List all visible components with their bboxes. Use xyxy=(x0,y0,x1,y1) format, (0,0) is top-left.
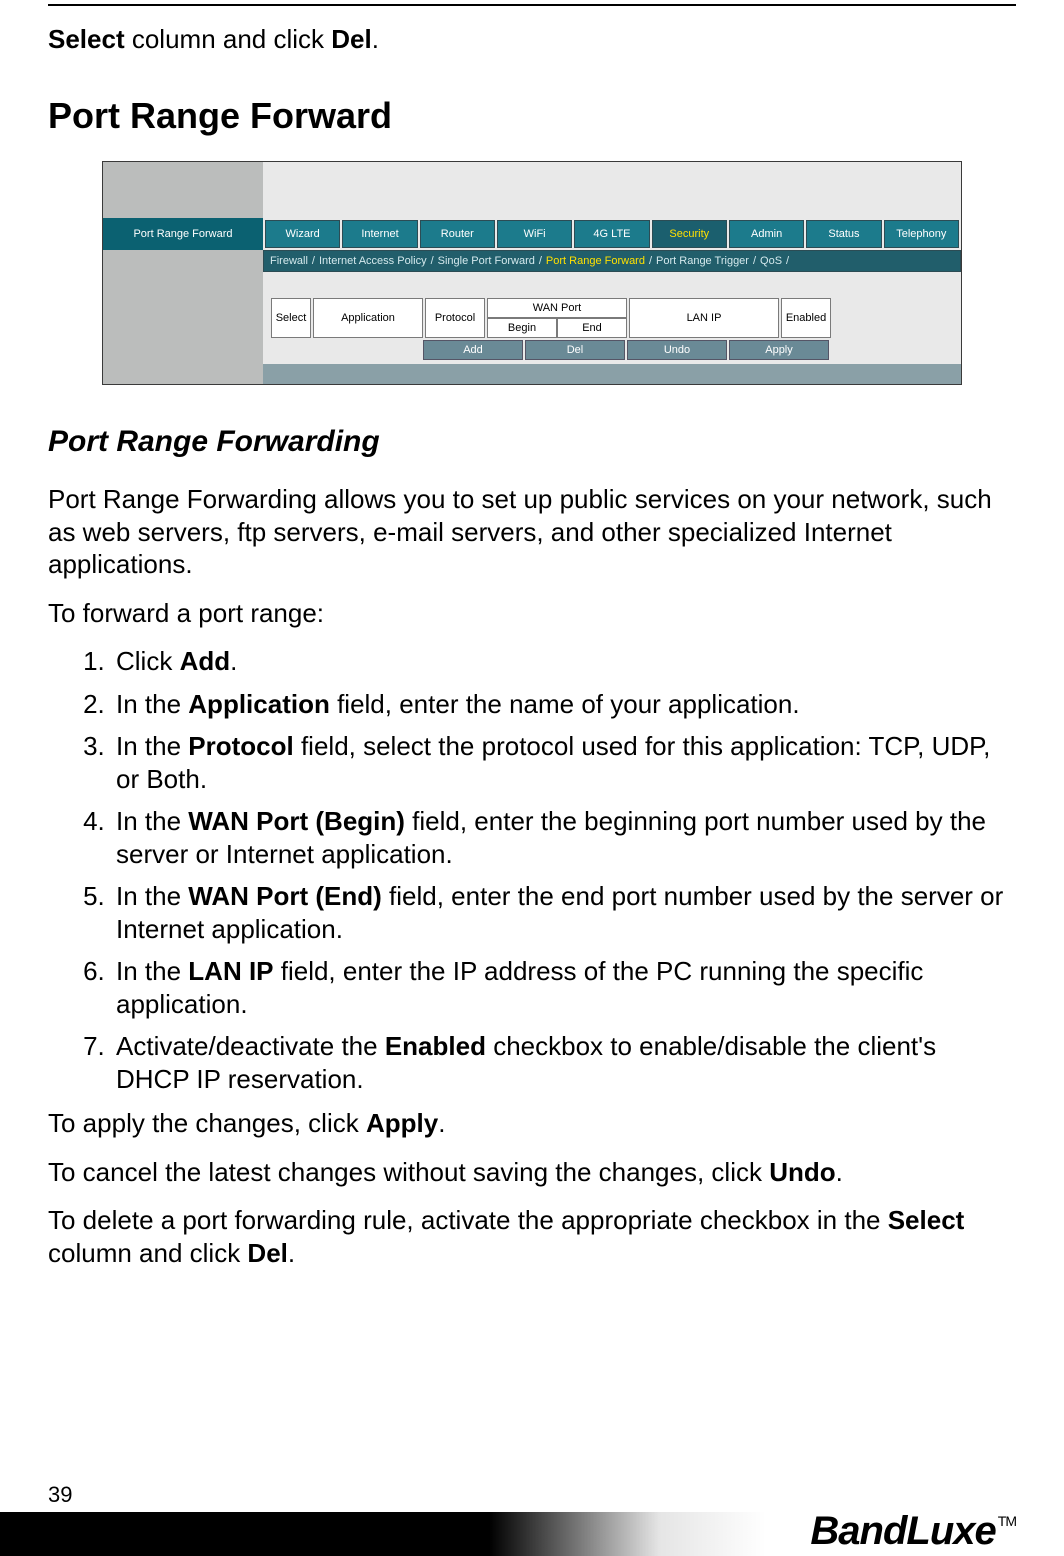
tab-wifi[interactable]: WiFi xyxy=(497,220,572,248)
subtab-prf[interactable]: Port Range Forward xyxy=(546,255,645,267)
add-button[interactable]: Add xyxy=(423,340,523,360)
sep: / xyxy=(753,255,756,267)
step-7: Activate/deactivate the Enabled checkbox… xyxy=(112,1030,1016,1095)
step-5: In the WAN Port (End) field, enter the e… xyxy=(112,880,1016,945)
ss-top-right xyxy=(263,162,961,218)
undo-button[interactable]: Undo xyxy=(627,340,727,360)
step-2: In the Application field, enter the name… xyxy=(112,688,1016,721)
router-ui-screenshot: Port Range Forward Wizard Internet Route… xyxy=(102,161,962,385)
ss-top-row xyxy=(103,162,961,218)
trademark-icon: TM xyxy=(998,1513,1016,1529)
intro-bold-del: Del xyxy=(331,24,371,54)
col-wan-end: End xyxy=(557,318,627,338)
sep: / xyxy=(649,255,652,267)
brand-text: BandLuxe xyxy=(810,1509,995,1554)
tab-telephony[interactable]: Telephony xyxy=(884,220,959,248)
subtab-iap[interactable]: Internet Access Policy xyxy=(319,255,427,267)
del-button[interactable]: Del xyxy=(525,340,625,360)
ss-subtabs-left xyxy=(103,250,263,272)
tab-internet[interactable]: Internet xyxy=(342,220,417,248)
top-rule xyxy=(48,4,1016,6)
paragraph-lead: To forward a port range: xyxy=(48,597,1016,630)
tab-wizard[interactable]: Wizard xyxy=(265,220,340,248)
apply-button[interactable]: Apply xyxy=(729,340,829,360)
tab-status[interactable]: Status xyxy=(806,220,881,248)
sub-tabs: Firewall / Internet Access Policy / Sing… xyxy=(263,250,961,272)
ss-bottom xyxy=(103,364,961,384)
col-wanport: WAN Port Begin End xyxy=(487,298,627,338)
subtab-firewall[interactable]: Firewall xyxy=(270,255,308,267)
sep: / xyxy=(312,255,315,267)
sep: / xyxy=(786,255,789,267)
step-6: In the LAN IP field, enter the IP addres… xyxy=(112,955,1016,1020)
paragraph-delete: To delete a port forwarding rule, activa… xyxy=(48,1204,1016,1269)
sep: / xyxy=(431,255,434,267)
step-1: Click Add. xyxy=(112,645,1016,678)
port-table-header: Select Application Protocol WAN Port Beg… xyxy=(271,298,953,338)
paragraph-apply: To apply the changes, click Apply. xyxy=(48,1107,1016,1140)
subtab-spf[interactable]: Single Port Forward xyxy=(438,255,535,267)
step-3: In the Protocol field, select the protoc… xyxy=(112,730,1016,795)
intro-tail: . xyxy=(372,24,379,54)
intro-line: Select column and click Del. xyxy=(48,24,1016,55)
page-title: Port Range Forward xyxy=(48,95,1016,137)
paragraph-undo: To cancel the latest changes without sav… xyxy=(48,1156,1016,1189)
subtab-qos[interactable]: QoS xyxy=(760,255,782,267)
col-application: Application xyxy=(313,298,423,338)
ss-tablewrap: Select Application Protocol WAN Port Beg… xyxy=(103,298,961,338)
tab-security[interactable]: Security xyxy=(652,220,727,248)
steps-list: Click Add. In the Application field, ent… xyxy=(112,645,1016,1095)
step-4: In the WAN Port (Begin) field, enter the… xyxy=(112,805,1016,870)
intro-mid: column and click xyxy=(125,24,332,54)
subtab-prt[interactable]: Port Range Trigger xyxy=(656,255,749,267)
ss-spacer xyxy=(103,272,961,298)
col-wan-begin: Begin xyxy=(487,318,557,338)
main-tabs: Wizard Internet Router WiFi 4G LTE Secur… xyxy=(263,218,961,250)
paragraph-intro: Port Range Forwarding allows you to set … xyxy=(48,483,1016,581)
col-wanport-label: WAN Port xyxy=(487,298,627,318)
section-heading: Port Range Forwarding xyxy=(48,425,1016,459)
footer-bar: BandLuxe TM xyxy=(0,1512,1064,1556)
tab-admin[interactable]: Admin xyxy=(729,220,804,248)
sep: / xyxy=(539,255,542,267)
brand-logo: BandLuxe TM xyxy=(810,1509,1016,1554)
col-select: Select xyxy=(271,298,311,338)
page-footer: 39 BandLuxe TM xyxy=(0,1482,1064,1556)
ss-subtabs-row: Firewall / Internet Access Policy / Sing… xyxy=(103,250,961,272)
ss-gray-left xyxy=(103,162,263,218)
sidebar-label: Port Range Forward xyxy=(103,218,263,250)
page-number: 39 xyxy=(0,1482,1064,1508)
col-protocol: Protocol xyxy=(425,298,485,338)
tab-4glte[interactable]: 4G LTE xyxy=(574,220,649,248)
ss-tab-row: Port Range Forward Wizard Internet Route… xyxy=(103,218,961,250)
ss-btnrow: Add Del Undo Apply xyxy=(103,338,961,364)
col-lanip: LAN IP xyxy=(629,298,779,338)
tab-router[interactable]: Router xyxy=(420,220,495,248)
intro-bold-select: Select xyxy=(48,24,125,54)
button-row: Add Del Undo Apply xyxy=(423,340,953,360)
col-enabled: Enabled xyxy=(781,298,831,338)
